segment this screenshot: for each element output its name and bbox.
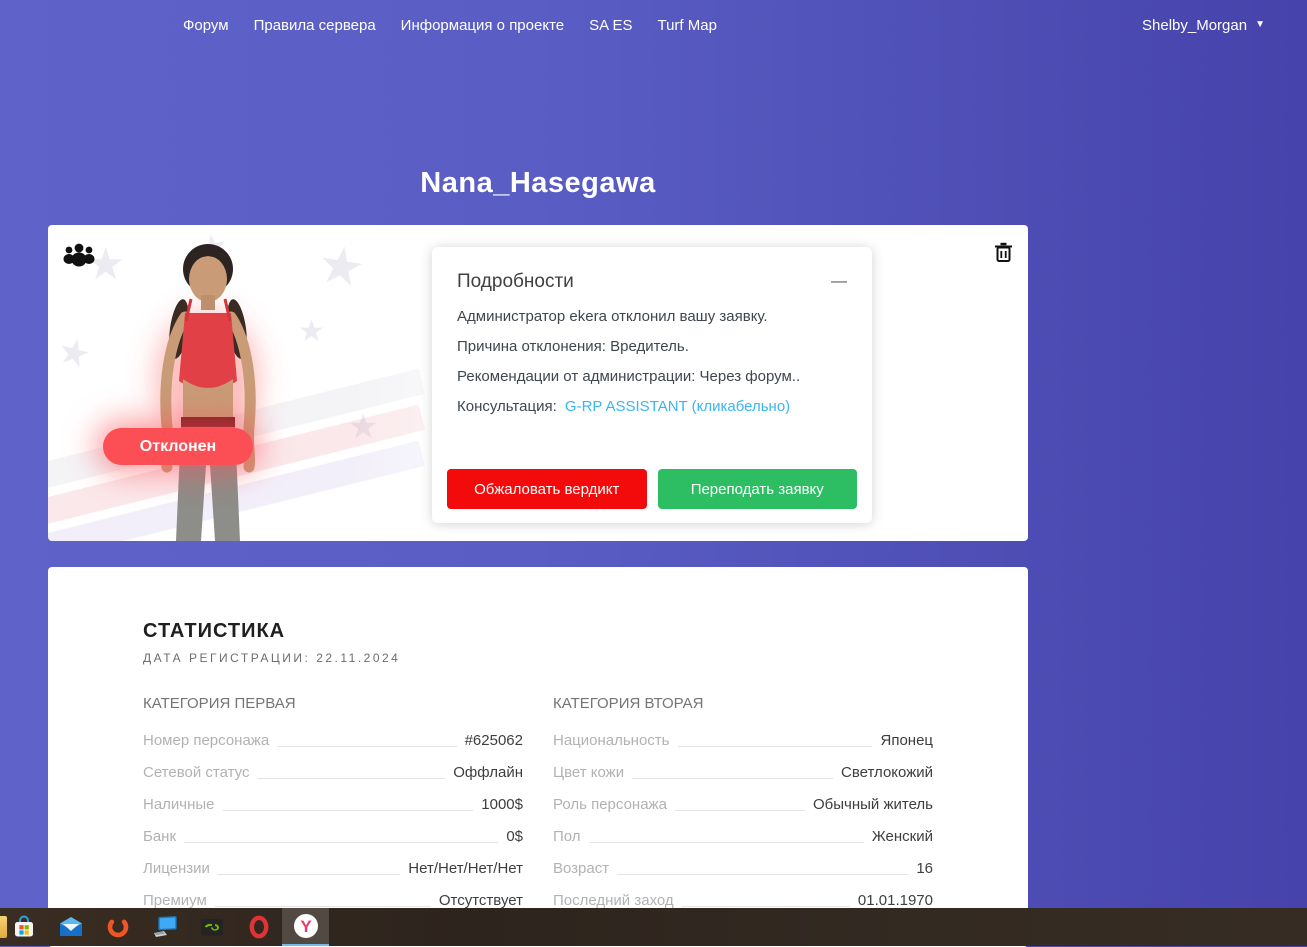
statistics-card: СТАТИСТИКА ДАТА РЕГИСТРАЦИИ: 22.11.2024 … <box>48 567 1028 947</box>
stat-row-skin-color: Цвет кожиСветлокожий <box>553 756 933 788</box>
registration-date: ДАТА РЕГИСТРАЦИИ: 22.11.2024 <box>143 651 933 665</box>
stat-row-character-number: Номер персонажа#625062 <box>143 724 523 756</box>
resubmit-application-button[interactable]: Переподать заявку <box>658 469 858 509</box>
taskbar: Y <box>0 908 1307 946</box>
origin-icon[interactable] <box>94 908 141 946</box>
folder-icon[interactable] <box>0 916 7 938</box>
top-nav: Форум Правила сервера Информация о проек… <box>0 0 1307 50</box>
chevron-down-icon: ▼ <box>1255 20 1265 30</box>
status-badge: Отклонен <box>103 428 253 465</box>
stat-row-nationality: НациональностьЯпонец <box>553 724 933 756</box>
character-image <box>125 229 290 541</box>
trash-icon[interactable] <box>994 242 1013 268</box>
stat-row-role: Роль персонажаОбычный житель <box>553 788 933 820</box>
details-line-consultation: Консультация: G-RP ASSISTANT (кликабельн… <box>457 398 847 415</box>
user-menu[interactable]: Shelby_Morgan ▼ <box>1142 17 1265 34</box>
nvidia-icon[interactable] <box>188 908 235 946</box>
stat-row-bank: Банк0$ <box>143 820 523 852</box>
nav-link-turf-map[interactable]: Turf Map <box>657 17 716 34</box>
stat-row-online-status: Сетевой статусОффлайн <box>143 756 523 788</box>
category-first: КАТЕГОРИЯ ПЕРВАЯ Номер персонажа#625062 … <box>143 695 523 916</box>
application-card: ★ ★ ★ ★ ★ ★ ★ ★ ★ ★ <box>48 225 1028 541</box>
details-line-reason: Причина отклонения: Вредитель. <box>457 338 847 355</box>
opera-icon[interactable] <box>235 908 282 946</box>
details-panel: Подробности — Администратор ekera отклон… <box>432 247 872 523</box>
stat-row-age: Возраст16 <box>553 852 933 884</box>
group-icon <box>62 241 96 272</box>
stat-row-licenses: ЛицензииНет/Нет/Нет/Нет <box>143 852 523 884</box>
details-line-recommendation: Рекомендации от администрации: Через фор… <box>457 368 847 385</box>
category-second: КАТЕГОРИЯ ВТОРАЯ НациональностьЯпонец Цв… <box>553 695 933 916</box>
nav-links: Форум Правила сервера Информация о проек… <box>183 17 717 34</box>
category-second-title: КАТЕГОРИЯ ВТОРАЯ <box>553 695 933 712</box>
page-title: Nana_Hasegawa <box>48 167 1028 200</box>
computer-icon[interactable] <box>141 908 188 946</box>
nav-link-server-rules[interactable]: Правила сервера <box>254 17 376 34</box>
minimize-icon[interactable]: — <box>831 274 847 290</box>
details-line-admin: Администратор ekera отклонил вашу заявку… <box>457 308 847 325</box>
nav-link-sa-es[interactable]: SA ES <box>589 17 632 34</box>
statistics-title: СТАТИСТИКА <box>143 620 933 643</box>
assistant-link[interactable]: G-RP ASSISTANT (кликабельно) <box>565 398 790 415</box>
nav-link-forum[interactable]: Форум <box>183 17 229 34</box>
microsoft-store-icon[interactable] <box>0 908 47 946</box>
nav-link-project-info[interactable]: Информация о проекте <box>401 17 564 34</box>
details-title: Подробности <box>457 271 574 293</box>
stat-row-gender: ПолЖенский <box>553 820 933 852</box>
mail-icon[interactable] <box>47 908 94 946</box>
yandex-browser-icon[interactable]: Y <box>282 908 329 946</box>
svg-text:Y: Y <box>300 917 312 936</box>
appeal-verdict-button[interactable]: Обжаловать вердикт <box>447 469 647 509</box>
category-first-title: КАТЕГОРИЯ ПЕРВАЯ <box>143 695 523 712</box>
consultation-label: Консультация: <box>457 398 557 415</box>
username: Shelby_Morgan <box>1142 17 1247 34</box>
stat-row-cash: Наличные1000$ <box>143 788 523 820</box>
